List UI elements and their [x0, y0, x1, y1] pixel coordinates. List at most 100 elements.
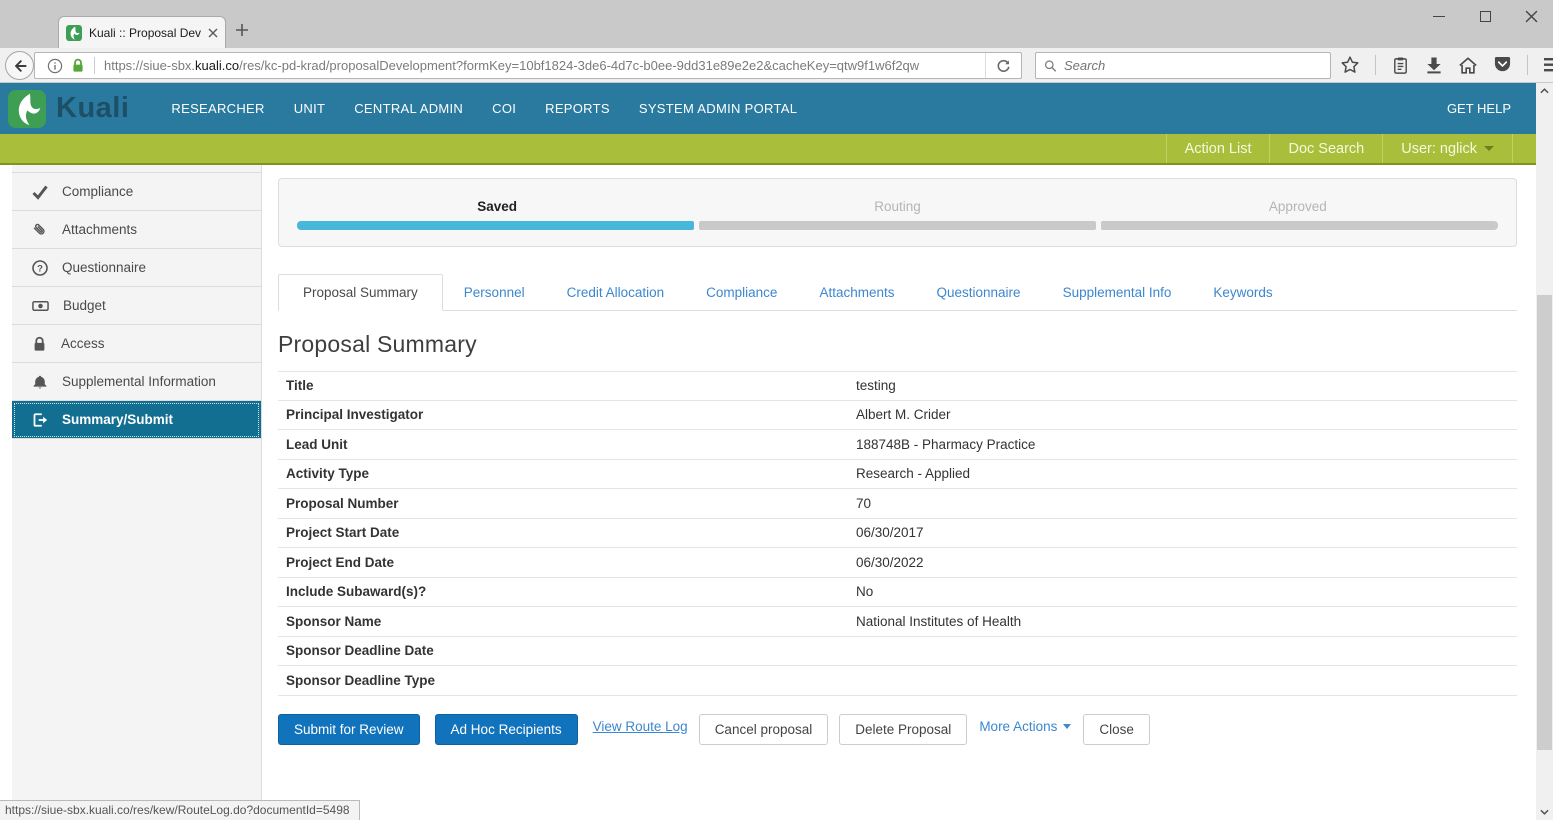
table-row: Include Subaward(s)? No	[278, 578, 1517, 608]
back-arrow-icon	[12, 58, 28, 74]
tab-title: Kuali :: Proposal Developme	[89, 26, 201, 40]
cancel-proposal-button[interactable]: Cancel proposal	[699, 714, 829, 745]
tab-close-icon[interactable]	[208, 28, 218, 38]
browser-titlebar: Kuali :: Proposal Developme	[0, 0, 1553, 48]
https-lock-icon[interactable]	[71, 58, 85, 73]
tab-personnel[interactable]: Personnel	[443, 275, 546, 310]
view-route-log-link[interactable]: View Route Log	[593, 719, 688, 734]
nav-central-admin[interactable]: CENTRAL ADMIN	[354, 101, 463, 116]
more-actions-menu[interactable]: More Actions	[979, 719, 1071, 734]
status-bar-url: https://siue-sbx.kuali.co/res/kew/RouteL…	[0, 800, 360, 820]
svg-text:?: ?	[37, 263, 43, 274]
vertical-scrollbar[interactable]	[1536, 83, 1553, 820]
new-tab-icon[interactable]	[234, 22, 250, 43]
download-icon[interactable]	[1425, 56, 1443, 74]
workflow-progress: Saved Routing Approved	[278, 178, 1517, 247]
window-maximize-icon[interactable]	[1477, 8, 1493, 24]
table-row: Proposal Number 70	[278, 489, 1517, 519]
menu-icon[interactable]	[1543, 56, 1553, 74]
sidebar-item-compliance[interactable]: Compliance	[12, 173, 261, 211]
table-row: Sponsor Deadline Date	[278, 637, 1517, 667]
tab-keywords[interactable]: Keywords	[1192, 275, 1293, 310]
doc-search-link[interactable]: Doc Search	[1269, 134, 1382, 163]
search-icon	[1044, 59, 1057, 73]
bookmark-star-icon[interactable]	[1340, 55, 1360, 75]
table-row: Project Start Date 06/30/2017	[278, 519, 1517, 549]
get-help-link[interactable]: GET HELP	[1447, 101, 1511, 116]
browser-toolbar: https://siue-sbx.kuali.co/res/kc-pd-krad…	[0, 48, 1553, 83]
window-minimize-icon[interactable]	[1431, 8, 1447, 24]
question-circle-icon: ?	[32, 260, 48, 276]
scrollbar-thumb[interactable]	[1537, 295, 1552, 750]
action-list-link[interactable]: Action List	[1166, 134, 1270, 163]
sidebar-item-supplemental-information[interactable]: Supplemental Information	[12, 363, 261, 401]
progress-step-routing: Routing	[697, 199, 1097, 214]
user-menu[interactable]: User: nglick	[1382, 134, 1512, 163]
table-row: Sponsor Name National Institutes of Heal…	[278, 607, 1517, 637]
progress-step-saved: Saved	[297, 199, 697, 214]
url-divider	[94, 57, 95, 74]
tab-attachments[interactable]: Attachments	[798, 275, 915, 310]
lock-icon	[32, 336, 47, 352]
sidebar-item-questionnaire[interactable]: ? Questionnaire	[12, 249, 261, 287]
sidebar: Compliance Attachments ? Questio	[0, 165, 262, 820]
sidebar-item-access[interactable]: Access	[12, 325, 261, 363]
nav-researcher[interactable]: RESEARCHER	[171, 101, 264, 116]
home-icon[interactable]	[1458, 56, 1478, 75]
proposal-summary-table: Title testing Principal Investigator Alb…	[278, 371, 1517, 696]
address-bar[interactable]: https://siue-sbx.kuali.co/res/kc-pd-krad…	[34, 52, 1022, 79]
sidebar-item-budget[interactable]: Budget	[12, 287, 261, 325]
table-row: Lead Unit 188748B - Pharmacy Practice	[278, 430, 1517, 460]
bookmarks-clipboard-icon[interactable]	[1391, 56, 1410, 75]
action-bar-tail	[1512, 134, 1536, 163]
window-controls	[1431, 6, 1539, 26]
action-buttons: Submit for Review Ad Hoc Recipients View…	[278, 714, 1517, 745]
toolbar-separator	[1527, 55, 1528, 75]
brand-name: Kuali	[56, 92, 129, 125]
sidebar-item-summary-submit[interactable]: Summary/Submit	[12, 401, 261, 439]
table-row: Sponsor Deadline Type	[278, 666, 1517, 696]
nav-coi[interactable]: COI	[492, 101, 516, 116]
sidebar-item-attachments[interactable]: Attachments	[12, 211, 261, 249]
scroll-up-icon[interactable]	[1536, 83, 1553, 99]
action-bar: Action List Doc Search User: nglick	[0, 134, 1536, 165]
tab-questionnaire[interactable]: Questionnaire	[916, 275, 1042, 310]
ad-hoc-recipients-button[interactable]: Ad Hoc Recipients	[435, 714, 578, 745]
pocket-icon[interactable]	[1493, 56, 1512, 74]
kuali-logo	[8, 90, 46, 128]
tab-credit-allocation[interactable]: Credit Allocation	[546, 275, 686, 310]
scroll-down-icon[interactable]	[1536, 804, 1553, 820]
app-nav-menu: RESEARCHER UNIT CENTRAL ADMIN COI REPORT…	[171, 101, 797, 116]
reload-button[interactable]	[985, 53, 1021, 78]
toolbar-icons	[1340, 48, 1553, 82]
table-row: Principal Investigator Albert M. Crider	[278, 401, 1517, 431]
table-row: Project End Date 06/30/2022	[278, 548, 1517, 578]
delete-proposal-button[interactable]: Delete Proposal	[839, 714, 967, 745]
table-row: Activity Type Research - Applied	[278, 460, 1517, 490]
page-info-icon[interactable]	[47, 58, 63, 74]
search-input[interactable]	[1064, 58, 1322, 73]
nav-reports[interactable]: REPORTS	[545, 101, 610, 116]
submit-for-review-button[interactable]: Submit for Review	[278, 714, 420, 745]
search-box[interactable]	[1035, 52, 1331, 79]
app-header: Kuali RESEARCHER UNIT CENTRAL ADMIN COI …	[0, 83, 1536, 134]
tab-compliance[interactable]: Compliance	[685, 275, 798, 310]
browser-tab[interactable]: Kuali :: Proposal Developme	[58, 16, 226, 49]
sidebar-item-partial	[12, 165, 261, 173]
table-row: Title testing	[278, 371, 1517, 401]
toolbar-separator	[1375, 55, 1376, 75]
progress-bar-saved	[297, 221, 694, 230]
progress-bar-routing	[699, 221, 1096, 230]
browser-window: Kuali :: Proposal Developme	[0, 0, 1553, 820]
progress-bar-approved	[1101, 221, 1498, 230]
tab-proposal-summary[interactable]: Proposal Summary	[278, 274, 443, 311]
window-close-icon[interactable]	[1523, 8, 1539, 24]
nav-unit[interactable]: UNIT	[294, 101, 326, 116]
back-button[interactable]	[5, 51, 34, 80]
tab-supplemental-info[interactable]: Supplemental Info	[1042, 275, 1193, 310]
check-icon	[32, 184, 48, 200]
close-button[interactable]: Close	[1083, 714, 1150, 745]
paperclip-icon	[32, 222, 48, 238]
chevron-down-icon	[1484, 146, 1494, 151]
nav-system-admin-portal[interactable]: SYSTEM ADMIN PORTAL	[639, 101, 797, 116]
